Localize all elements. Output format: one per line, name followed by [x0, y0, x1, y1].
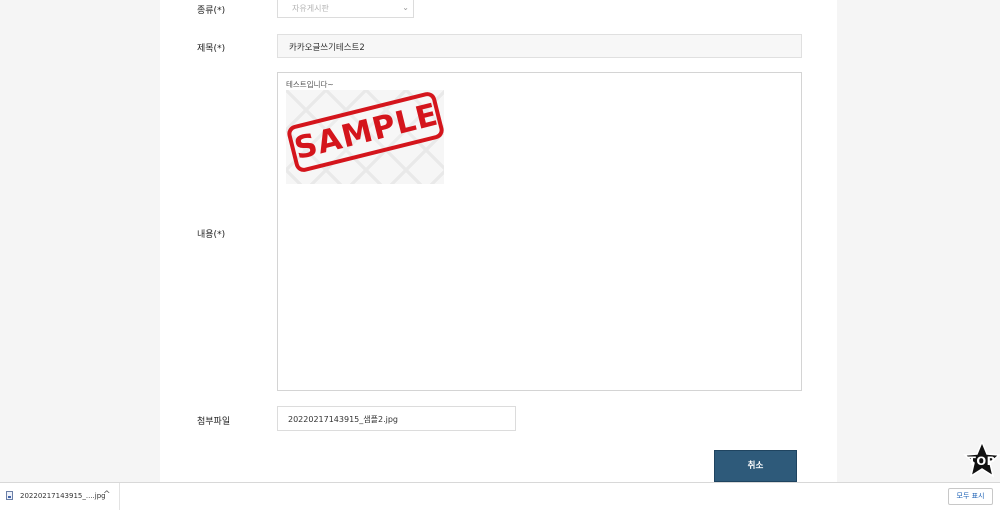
- kind-label: 종류(*): [197, 6, 226, 16]
- download-file-name: 20220217143915_....jpg: [20, 492, 106, 500]
- content-text: 테스트입니다~: [286, 80, 334, 89]
- content-label: 내용(*): [197, 230, 226, 240]
- content-editor[interactable]: 테스트입니다~ SAMPLE: [277, 72, 802, 391]
- attach-filename: 20220217143915_샘플2.jpg: [288, 415, 398, 424]
- attach-label: 첨부파일: [197, 417, 231, 427]
- image-file-icon: [6, 491, 13, 500]
- kind-select[interactable]: 자유게시판 ⌄: [277, 0, 414, 18]
- chevron-down-icon: ⌄: [402, 3, 409, 12]
- title-input[interactable]: 카카오글쓰기테스트2: [277, 34, 802, 58]
- top-label: TOP: [968, 454, 996, 468]
- cancel-button[interactable]: 취소: [714, 450, 797, 482]
- sample-image[interactable]: SAMPLE: [286, 90, 444, 184]
- show-all-button[interactable]: 모두 표시: [948, 488, 993, 505]
- title-label: 제목(*): [197, 44, 226, 54]
- title-input-value: 카카오글쓰기테스트2: [289, 43, 365, 53]
- download-bar: 20220217143915_....jpg ^ 모두 표시: [0, 482, 1000, 510]
- attach-file-field[interactable]: 20220217143915_샘플2.jpg: [277, 406, 516, 431]
- chevron-up-icon[interactable]: ^: [103, 490, 111, 500]
- scroll-top-button[interactable]: TOP: [962, 440, 1000, 480]
- kind-select-value: 자유게시판: [292, 4, 329, 13]
- download-item[interactable]: 20220217143915_....jpg ^: [0, 483, 120, 510]
